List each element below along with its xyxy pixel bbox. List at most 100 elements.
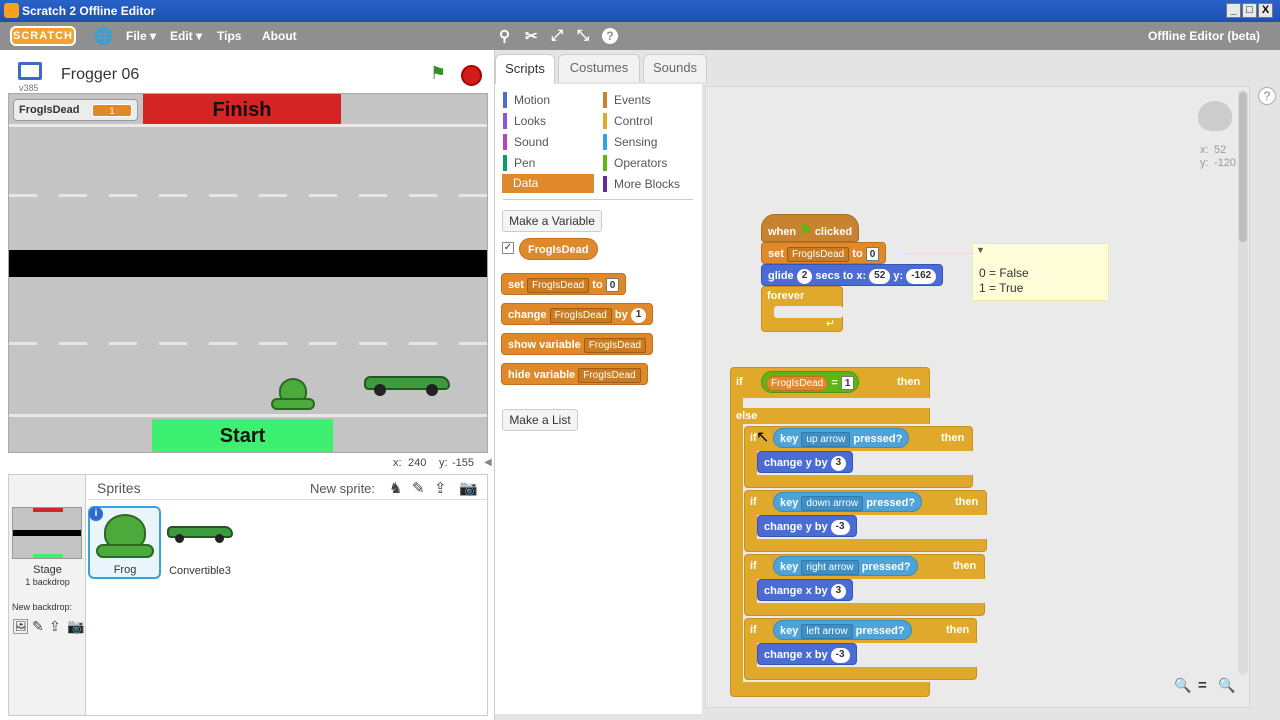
cut-scissors-icon[interactable]: ✂ — [525, 27, 538, 45]
convertible-sprite[interactable] — [364, 370, 450, 396]
x-input[interactable]: 52 — [869, 268, 891, 284]
stage-canvas[interactable]: FrogIsDead 1 Finish Start — [8, 93, 488, 453]
make-variable-button[interactable]: Make a Variable — [502, 210, 602, 232]
value-input[interactable]: -3 — [830, 519, 850, 535]
category-control[interactable]: Control — [603, 113, 653, 129]
project-title[interactable]: Frogger 06 — [61, 66, 139, 84]
start-zone: Start — [152, 419, 333, 452]
category-sensing[interactable]: Sensing — [603, 134, 657, 150]
category-looks[interactable]: Looks — [503, 113, 546, 129]
key-dropdown[interactable]: left arrow — [801, 623, 853, 639]
close-button[interactable]: X — [1258, 3, 1273, 18]
sprite-tile-convertible3[interactable]: Convertible3 — [165, 506, 235, 579]
stage-thumbnail[interactable] — [12, 507, 82, 559]
backdrop-library-icon[interactable]: 🖼 — [12, 618, 30, 635]
collapse-stage-icon[interactable]: ◀ — [484, 457, 492, 468]
variable-monitor[interactable]: FrogIsDead 1 — [13, 99, 138, 121]
palette-change-block[interactable]: change FrogIsDead by 1 — [501, 303, 654, 325]
variable-show-checkbox[interactable]: ✓ — [502, 242, 514, 254]
duplicate-stamp-icon[interactable]: ⚲ — [499, 27, 510, 45]
comment-note[interactable]: ▼ 0 = False 1 = True — [972, 243, 1109, 301]
stop-sign-icon[interactable] — [461, 65, 482, 86]
camera-backdrop-icon[interactable]: 📷 — [67, 618, 84, 635]
upload-sprite-icon[interactable]: ⇪ — [434, 479, 447, 497]
key-pressed-sensor[interactable]: key right arrow pressed? — [773, 556, 918, 576]
variable-reporter-block[interactable]: FrogIsDead — [519, 238, 598, 260]
key-pressed-sensor[interactable]: key left arrow pressed? — [773, 620, 912, 640]
collapse-comment-icon[interactable]: ▼ — [976, 245, 985, 255]
key-pressed-sensor[interactable]: key up arrow pressed? — [773, 428, 910, 448]
zoom-in-icon[interactable]: 🔍 — [1218, 677, 1235, 694]
category-operators[interactable]: Operators — [603, 155, 667, 171]
zoom-out-icon[interactable]: 🔍 — [1174, 677, 1191, 694]
menu-about[interactable]: About — [262, 29, 297, 43]
green-flag-icon[interactable]: ⚑ — [430, 63, 446, 84]
var-reporter[interactable]: FrogIsDead — [766, 375, 829, 391]
palette-show-variable-block[interactable]: show variable FrogIsDead — [501, 333, 654, 355]
set-variable-block[interactable]: set FrogIsDead to 0 — [761, 242, 887, 264]
secs-input[interactable]: 2 — [796, 268, 813, 284]
glide-block[interactable]: glide 2 secs to x: 52 y: -162 — [761, 264, 944, 286]
camera-sprite-icon[interactable]: 📷 — [459, 479, 478, 497]
key-dropdown[interactable]: right arrow — [801, 559, 859, 575]
language-globe-icon[interactable]: 🌐 — [94, 27, 113, 45]
tab-sounds[interactable]: Sounds — [643, 54, 707, 82]
value-input[interactable]: -3 — [830, 647, 850, 663]
minimize-button[interactable]: _ — [1226, 3, 1241, 18]
info-icon[interactable]: i — [89, 507, 103, 521]
sprite-tile-frog[interactable]: i Frog — [88, 506, 161, 579]
change-y-block[interactable]: change y by -3 — [757, 515, 857, 537]
value-input[interactable]: 1 — [630, 307, 647, 323]
presentation-mode-icon[interactable] — [18, 62, 42, 80]
value-input[interactable]: 0 — [605, 278, 620, 293]
palette-set-block[interactable]: set FrogIsDead to 0 — [501, 273, 627, 295]
key-pressed-sensor[interactable]: key down arrow pressed? — [773, 492, 923, 512]
y-input[interactable]: -162 — [906, 268, 937, 284]
tab-scripts[interactable]: Scripts — [495, 54, 555, 84]
grow-icon[interactable]: ⤢ — [551, 27, 563, 44]
script-area[interactable]: x: 52 y: -120 when ⚑ clicked set FrogIsD… — [705, 86, 1250, 708]
category-data[interactable]: Data — [502, 174, 594, 193]
category-events[interactable]: Events — [603, 92, 651, 108]
menu-edit[interactable]: Edit ▾ — [170, 29, 202, 43]
category-sound[interactable]: Sound — [503, 134, 549, 150]
when-flag-clicked-hat[interactable]: when ⚑ clicked — [761, 214, 860, 242]
menu-tips[interactable]: Tips — [217, 29, 241, 43]
menu-file[interactable]: File ▾ — [126, 29, 156, 43]
tab-costumes[interactable]: Costumes — [558, 54, 640, 82]
value-input[interactable]: 0 — [865, 247, 880, 262]
help-icon[interactable]: ? — [602, 28, 618, 44]
upload-backdrop-icon[interactable]: ⇪ — [49, 618, 61, 635]
frog-sprite[interactable] — [271, 374, 315, 412]
var-dropdown[interactable]: FrogIsDead — [549, 307, 612, 323]
key-dropdown[interactable]: up arrow — [801, 431, 851, 447]
script-area-scrollbar[interactable] — [1238, 90, 1248, 675]
palette-hide-variable-block[interactable]: hide variable FrogIsDead — [501, 363, 648, 385]
category-more-blocks[interactable]: More Blocks — [603, 176, 680, 192]
category-pen[interactable]: Pen — [503, 155, 535, 171]
paint-sprite-icon[interactable]: ✎ — [412, 479, 425, 497]
var-dropdown[interactable]: FrogIsDead — [526, 277, 590, 293]
change-x-block[interactable]: change x by -3 — [757, 643, 857, 665]
change-x-block[interactable]: change x by 3 — [757, 579, 854, 601]
category-motion[interactable]: Motion — [503, 92, 550, 108]
var-dropdown[interactable]: FrogIsDead — [583, 337, 647, 353]
scrollbar-thumb[interactable] — [1239, 92, 1247, 242]
scratch-logo[interactable]: SCRATCH — [10, 26, 76, 46]
maximize-button[interactable]: □ — [1242, 3, 1257, 18]
value-input[interactable]: 3 — [830, 455, 847, 471]
value-input[interactable]: 3 — [830, 583, 847, 599]
var-dropdown[interactable]: FrogIsDead — [578, 367, 641, 383]
paint-backdrop-icon[interactable]: ✎ — [32, 618, 44, 635]
sprite-library-icon[interactable]: ♞ — [389, 479, 402, 497]
zoom-reset-icon[interactable]: = — [1198, 677, 1207, 694]
shrink-icon[interactable]: ⤡ — [577, 27, 589, 44]
var-dropdown[interactable]: FrogIsDead — [786, 246, 850, 262]
key-dropdown[interactable]: down arrow — [801, 495, 864, 511]
forever-block[interactable]: forever ↵ — [761, 286, 843, 332]
change-y-block[interactable]: change y by 3 — [757, 451, 854, 473]
make-list-button[interactable]: Make a List — [502, 409, 578, 431]
help-tip-icon[interactable]: ? — [1258, 87, 1276, 105]
equals-operator[interactable]: FrogIsDead = 1 — [761, 371, 860, 393]
value-input[interactable]: 1 — [840, 376, 855, 391]
